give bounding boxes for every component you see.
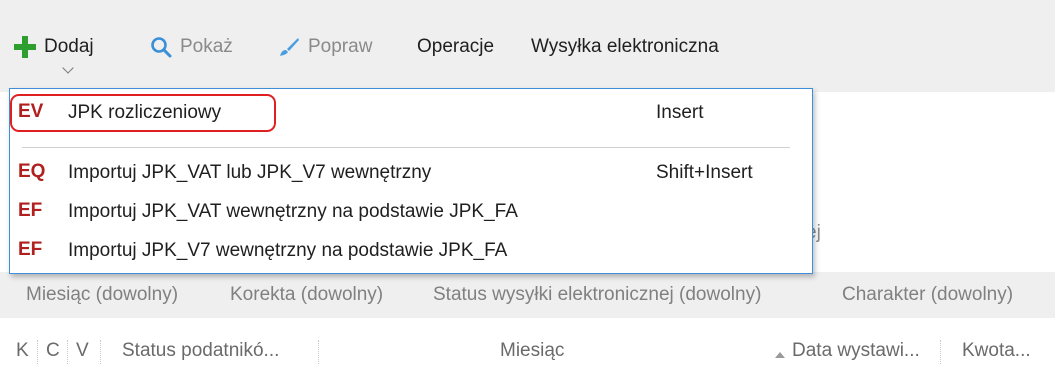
menu-item-shortcut: Insert [656, 102, 704, 123]
show-button-label: Pokaż [180, 36, 233, 57]
filter-character[interactable]: Charakter (dowolny) [842, 284, 1013, 306]
edit-button-label: Popraw [308, 36, 373, 57]
menu-separator [22, 147, 790, 148]
operations-menu[interactable]: Operacje [417, 32, 494, 62]
filter-sending-status[interactable]: Status wysyłki elektronicznej (dowolny) [433, 284, 761, 306]
plus-icon [14, 36, 36, 58]
table-header: K C V Status podatnikó... Miesiąc Data w… [0, 330, 1055, 370]
column-separator [940, 340, 941, 364]
column-separator [37, 340, 38, 364]
menu-item-label: JPK rozliczeniowy [68, 102, 222, 123]
sort-ascending-icon [775, 352, 785, 358]
column-header-k[interactable]: K [16, 340, 29, 362]
menu-item-label: Importuj JPK_VAT lub JPK_V7 wewnętrzny [68, 162, 432, 183]
menu-item-import-jpk-v7-from-fa[interactable]: EF Importuj JPK_V7 wewnętrzny na podstaw… [10, 235, 812, 269]
column-separator [100, 340, 101, 364]
edit-button[interactable]: Popraw [276, 32, 372, 62]
filter-correction[interactable]: Korekta (dowolny) [230, 284, 383, 306]
menu-item-jpk-settlement[interactable]: EV JPK rozliczeniowy Insert [10, 97, 812, 131]
column-header-issue-date[interactable]: Data wystawi... [792, 340, 920, 362]
ef-badge-icon: EF [18, 200, 43, 221]
electronic-sending-menu[interactable]: Wysyłka elektroniczna [531, 32, 719, 62]
column-separator [318, 340, 319, 364]
chevron-down-icon[interactable] [62, 62, 74, 74]
menu-item-label: Importuj JPK_V7 wewnętrzny na podstawie … [68, 240, 508, 261]
operations-menu-label: Operacje [417, 36, 495, 57]
filter-month[interactable]: Miesiąc (dowolny) [26, 284, 178, 306]
toolbar: Dodaj Pokaż Popraw Operacje Wysyłka elek… [0, 0, 1055, 92]
filter-bar: Miesiąc (dowolny) Korekta (dowolny) Stat… [0, 272, 1055, 318]
menu-item-label: Importuj JPK_VAT wewnętrzny na podstawie… [68, 201, 518, 222]
add-button[interactable]: Dodaj [14, 32, 94, 62]
menu-item-import-jpk-vat-v7[interactable]: EQ Importuj JPK_VAT lub JPK_V7 wewnętrzn… [10, 157, 812, 191]
column-header-taxpayer-status[interactable]: Status podatnikó... [122, 340, 279, 362]
add-button-label: Dodaj [44, 36, 94, 57]
column-header-month[interactable]: Miesiąc [500, 340, 564, 362]
column-header-v[interactable]: V [76, 340, 89, 362]
column-header-c[interactable]: C [46, 340, 60, 362]
add-dropdown-menu: EV JPK rozliczeniowy Insert EQ Importuj … [9, 88, 813, 274]
column-separator [67, 340, 68, 364]
ef-badge-icon: EF [18, 239, 43, 260]
column-header-amount[interactable]: Kwota... [962, 340, 1031, 362]
brush-icon [280, 38, 299, 56]
show-button[interactable]: Pokaż [150, 32, 233, 62]
menu-item-shortcut: Shift+Insert [656, 162, 753, 183]
electronic-sending-menu-label: Wysyłka elektroniczna [531, 36, 719, 57]
menu-item-import-jpk-vat-from-fa[interactable]: EF Importuj JPK_VAT wewnętrzny na podsta… [10, 196, 812, 230]
search-icon [151, 37, 172, 58]
ev-badge-icon: EV [18, 101, 44, 122]
eq-badge-icon: EQ [18, 161, 46, 182]
